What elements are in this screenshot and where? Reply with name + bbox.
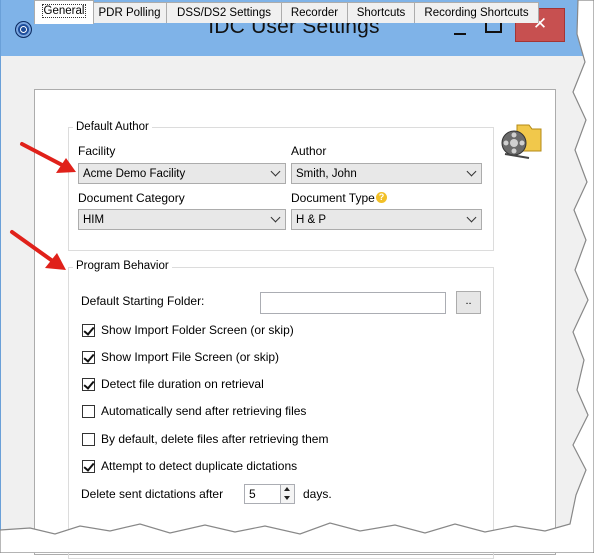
facility-arrow-annotation (20, 142, 76, 173)
torn-edge-decoration (0, 0, 594, 553)
tab-general-label: General (41, 4, 87, 18)
program-behavior-arrow-annotation (10, 230, 66, 270)
tab-general[interactable]: General (34, 0, 94, 24)
